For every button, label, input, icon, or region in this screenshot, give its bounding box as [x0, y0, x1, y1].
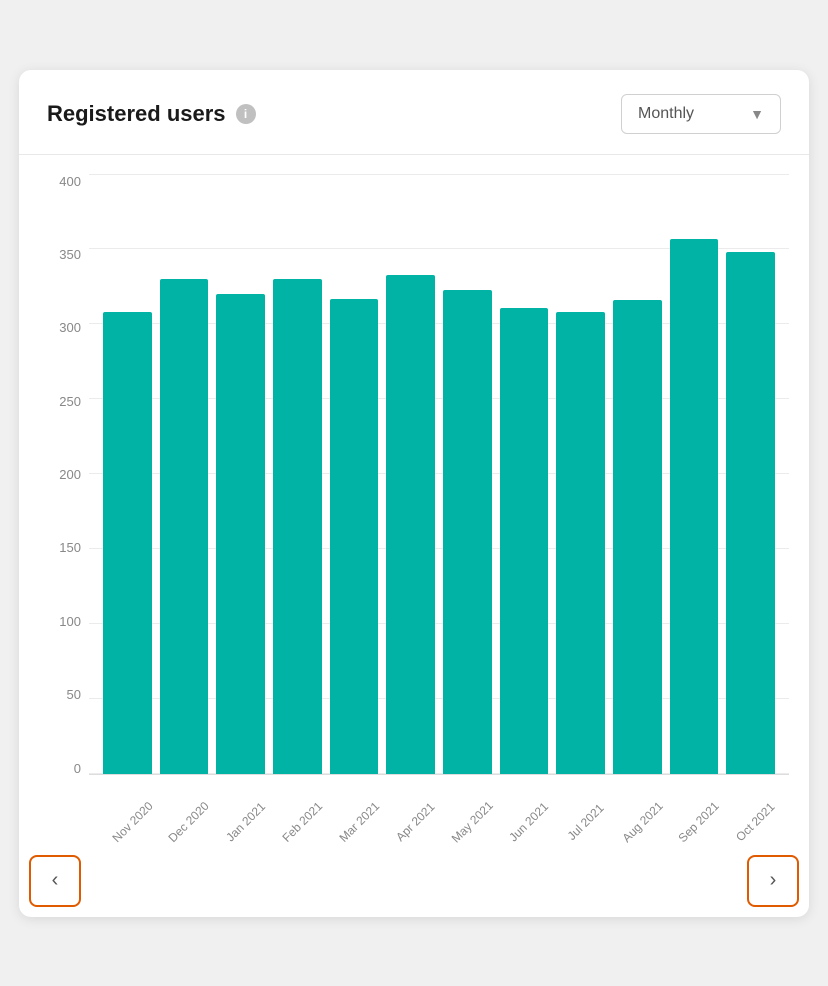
bar: [556, 312, 605, 773]
chart-area: 050100150200250300350400 Nov 2020Dec 202…: [19, 155, 809, 845]
x-axis-label: Feb 2021: [279, 799, 325, 845]
registered-users-card: Registered users i Monthly ▼ 0 50 100 150 20…: [19, 70, 809, 917]
nav-footer: ‹ ›: [19, 845, 809, 917]
y-axis-label: 200: [39, 468, 89, 481]
x-label-wrapper: Jan 2021: [212, 809, 269, 835]
x-axis-label: Sep 2021: [676, 798, 722, 844]
x-label-wrapper: May 2021: [439, 809, 496, 835]
x-axis-label: Nov 2020: [109, 798, 155, 844]
chevron-down-icon: ▼: [750, 106, 764, 122]
x-axis-label: Aug 2021: [619, 798, 665, 844]
bar-wrapper: [212, 175, 269, 774]
y-axis-label: 150: [39, 541, 89, 554]
bar-wrapper: [552, 175, 609, 774]
x-axis-label: Mar 2021: [336, 799, 382, 845]
x-label-wrapper: Jul 2021: [552, 809, 609, 835]
bar-wrapper: [496, 175, 553, 774]
bar: [330, 299, 379, 774]
bar-wrapper: [609, 175, 666, 774]
x-label-wrapper: Sep 2021: [666, 809, 723, 835]
bar-wrapper: [156, 175, 213, 774]
prev-icon: ‹: [52, 869, 59, 892]
period-dropdown[interactable]: Monthly ▼: [621, 94, 781, 134]
bar: [443, 290, 492, 774]
bar-wrapper: [326, 175, 383, 774]
bar: [613, 300, 662, 773]
card-title: Registered users: [47, 101, 226, 127]
x-label-wrapper: Dec 2020: [156, 809, 213, 835]
x-label-wrapper: Oct 2021: [722, 809, 779, 835]
info-icon[interactable]: i: [236, 104, 256, 124]
x-label-wrapper: Aug 2021: [609, 809, 666, 835]
bar-wrapper: [99, 175, 156, 774]
bar: [216, 294, 265, 773]
y-axis-label: 300: [39, 321, 89, 334]
bar: [670, 239, 719, 774]
next-button[interactable]: ›: [747, 855, 799, 907]
bar: [273, 279, 322, 773]
bar-wrapper: [382, 175, 439, 774]
y-axis: 0 50 100 150 200 250 300 350 400: [39, 175, 89, 775]
header-left: Registered users i: [47, 101, 256, 127]
x-axis-label: Jul 2021: [565, 800, 607, 842]
bar: [386, 275, 435, 774]
bar-wrapper: [439, 175, 496, 774]
chart-container: 0 50 100 150 200 250 300 350 400 Nov 2020Dec 202…: [39, 175, 789, 835]
x-axis-label: Dec 2020: [166, 798, 212, 844]
y-axis-label: 50: [39, 688, 89, 701]
x-axis-label: Jan 2021: [223, 799, 268, 844]
x-label-wrapper: Jun 2021: [496, 809, 553, 835]
plot-area: [89, 175, 789, 775]
x-axis-label: Jun 2021: [507, 799, 552, 844]
next-icon: ›: [770, 869, 777, 892]
bars-container: [89, 175, 789, 774]
x-axis-label: Oct 2021: [734, 799, 778, 843]
y-axis-label: 250: [39, 395, 89, 408]
bar: [500, 308, 549, 774]
y-axis-label: 100: [39, 615, 89, 628]
y-axis-label: 0: [39, 762, 89, 775]
y-axis-label: 400: [39, 175, 89, 188]
bar: [103, 312, 152, 773]
bar-wrapper: [722, 175, 779, 774]
prev-button[interactable]: ‹: [29, 855, 81, 907]
bar: [160, 279, 209, 773]
bar-wrapper: [666, 175, 723, 774]
dropdown-label: Monthly: [638, 105, 694, 123]
x-label-wrapper: Feb 2021: [269, 809, 326, 835]
x-label-wrapper: Apr 2021: [382, 809, 439, 835]
x-labels: Nov 2020Dec 2020Jan 2021Feb 2021Mar 2021…: [89, 775, 789, 835]
y-axis-label: 350: [39, 248, 89, 261]
card-header: Registered users i Monthly ▼: [19, 70, 809, 155]
x-axis-label: May 2021: [449, 798, 496, 845]
bar-wrapper: [269, 175, 326, 774]
x-label-wrapper: Nov 2020: [99, 809, 156, 835]
x-label-wrapper: Mar 2021: [326, 809, 383, 835]
x-axis-label: Apr 2021: [393, 799, 437, 843]
bar: [726, 252, 775, 773]
